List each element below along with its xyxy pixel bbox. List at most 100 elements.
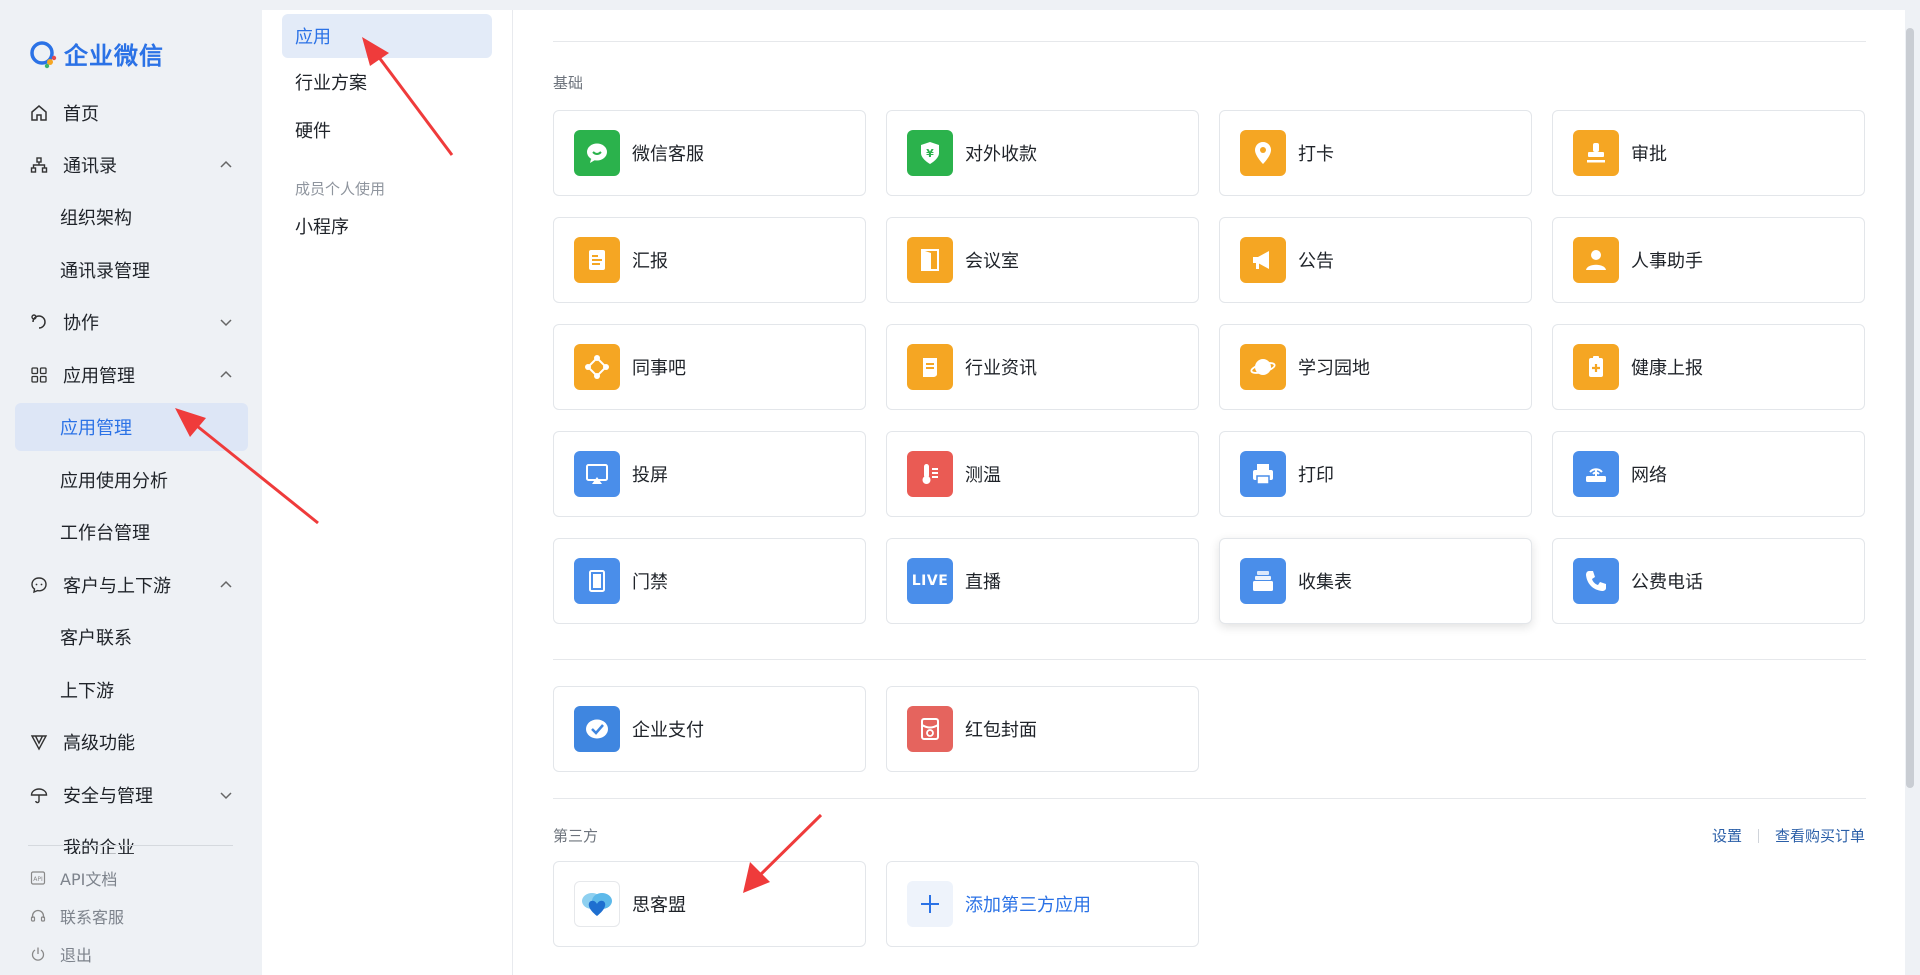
sidebar-item-collab[interactable]: 协作 (15, 298, 248, 346)
stamp-icon (1573, 130, 1619, 176)
sidebar-item-security[interactable]: 安全与管理 (15, 771, 248, 819)
app-card-label: 健康上报 (1631, 358, 1703, 379)
contact-support-label: 联系客服 (60, 908, 125, 927)
app-card-label: 人事助手 (1631, 251, 1703, 272)
sidebar-item-label: 我的企业 (63, 838, 135, 854)
subnav-item-industry[interactable]: 行业方案 (282, 60, 492, 104)
svg-text:API: API (33, 876, 43, 883)
app-card-checkin[interactable]: 打卡 (1219, 110, 1532, 196)
api-docs-link[interactable]: API API文档 (30, 866, 117, 890)
app-category-nav: 应用 行业方案 硬件 成员个人使用 小程序 (262, 10, 513, 975)
app-card-access-control[interactable]: 门禁 (553, 538, 866, 624)
app-card-label: 审批 (1631, 144, 1667, 165)
app-card-label: 汇报 (632, 251, 668, 272)
app-card-hr-assistant[interactable]: 人事助手 (1552, 217, 1865, 303)
apps-grid-icon (29, 365, 49, 385)
sidebar-item-app-management[interactable]: 应用管理 (15, 351, 248, 399)
app-card-public-phone[interactable]: 公费电话 (1552, 538, 1865, 624)
app-card-label: 同事吧 (632, 358, 686, 379)
app-card-network[interactable]: 网络 (1552, 431, 1865, 517)
sidebar-item-upstream-downstream[interactable]: 上下游 (15, 666, 248, 714)
app-card-external-payment[interactable]: ¥ 对外收款 (886, 110, 1199, 196)
company-icon (29, 834, 49, 854)
sidebar-item-my-company[interactable]: 我的企业 (15, 824, 248, 854)
app-card-screencast[interactable]: 投屏 (553, 431, 866, 517)
section-title-third-party: 第三方 (553, 827, 599, 845)
app-card-report[interactable]: 汇报 (553, 217, 866, 303)
screencast-icon (574, 451, 620, 497)
plus-icon (907, 881, 953, 927)
section-divider (553, 798, 1866, 799)
app-card-label: 门禁 (632, 572, 668, 593)
sidebar-item-workbench[interactable]: 工作台管理 (15, 508, 248, 556)
subnav-item-hardware[interactable]: 硬件 (282, 108, 492, 152)
box-icon (1240, 558, 1286, 604)
sidebar-item-customers[interactable]: 客户与上下游 (15, 561, 248, 609)
app-card-enterprise-pay[interactable]: 企业支付 (553, 686, 866, 772)
view-orders-link[interactable]: 查看购买订单 (1775, 825, 1865, 846)
wechat-service-icon (574, 130, 620, 176)
clipboard-plus-icon (1573, 344, 1619, 390)
sidebar-item-app-usage[interactable]: 应用使用分析 (15, 456, 248, 504)
subnav-item-mini-program[interactable]: 小程序 (282, 204, 492, 248)
chevron-up-icon[interactable] (218, 157, 234, 173)
logout-link[interactable]: 退出 (30, 942, 92, 966)
contact-support-link[interactable]: 联系客服 (30, 904, 124, 928)
app-card-label: 红包封面 (965, 720, 1037, 741)
app-card-print[interactable]: 打印 (1219, 431, 1532, 517)
sidebar-item-home[interactable]: 首页 (15, 89, 248, 137)
app-card-label: 测温 (965, 465, 1001, 486)
vertical-scrollbar[interactable] (1906, 28, 1914, 788)
chevron-up-icon[interactable] (218, 577, 234, 593)
chevron-down-icon[interactable] (218, 314, 234, 330)
red-envelope-icon (907, 706, 953, 752)
headset-icon (30, 909, 46, 922)
chevron-up-icon[interactable] (218, 367, 234, 383)
app-card-label: 企业支付 (632, 720, 704, 741)
link-separator (1757, 828, 1759, 843)
app-card-approval[interactable]: 审批 (1552, 110, 1865, 196)
app-card-health-report[interactable]: 健康上报 (1552, 324, 1865, 410)
app-card-meeting-room[interactable]: 会议室 (886, 217, 1199, 303)
add-third-party-app-button[interactable]: 添加第三方应用 (886, 861, 1199, 947)
access-door-icon (574, 558, 620, 604)
subnav-item-apps[interactable]: 应用 (282, 14, 492, 58)
app-card-label: 收集表 (1298, 572, 1352, 593)
app-card-live[interactable]: LIVE 直播 (886, 538, 1199, 624)
app-card-wechat-service[interactable]: 微信客服 (553, 110, 866, 196)
location-pin-icon (1240, 130, 1286, 176)
app-card-label: 思客盟 (632, 895, 686, 916)
sidebar-item-contacts[interactable]: 通讯录 (15, 141, 248, 189)
app-card-colleague-bar[interactable]: 同事吧 (553, 324, 866, 410)
api-doc-icon: API (30, 871, 46, 885)
sidebar-item-contacts-manage[interactable]: 通讯录管理 (15, 246, 248, 294)
app-card-temperature[interactable]: 测温 (886, 431, 1199, 517)
chevron-down-icon[interactable] (218, 787, 234, 803)
sidebar-item-advanced[interactable]: 高级功能 (15, 718, 248, 766)
thermometer-icon (907, 451, 953, 497)
sidebar-item-label: 安全与管理 (63, 786, 153, 807)
app-card-learning[interactable]: 学习园地 (1219, 324, 1532, 410)
app-card-industry-news[interactable]: 行业资讯 (886, 324, 1199, 410)
sidebar-item-label: 客户与上下游 (63, 576, 171, 597)
subnav-item-label: 小程序 (295, 217, 349, 238)
payment-shield-icon: ¥ (907, 130, 953, 176)
app-logo[interactable]: 企业微信 (28, 36, 164, 71)
app-card-label: 直播 (965, 572, 1001, 593)
app-card-sikemeng[interactable]: 思客盟 (553, 861, 866, 947)
app-card-label: 微信客服 (632, 144, 704, 165)
app-card-red-envelope-cover[interactable]: 红包封面 (886, 686, 1199, 772)
settings-link[interactable]: 设置 (1712, 825, 1742, 846)
phone-icon (1573, 558, 1619, 604)
subnav-group-title: 成员个人使用 (295, 180, 386, 198)
app-card-collect-form[interactable]: 收集表 (1219, 538, 1532, 624)
sidebar-item-customer-contact[interactable]: 客户联系 (15, 613, 248, 661)
org-tree-icon (29, 155, 49, 175)
app-card-label: 对外收款 (965, 144, 1037, 165)
sidebar-item-app-management-sub[interactable]: 应用管理 (15, 403, 248, 451)
live-icon: LIVE (907, 558, 953, 604)
sikemeng-logo-icon (574, 881, 620, 927)
app-logo-text: 企业微信 (64, 42, 164, 70)
sidebar-item-org-structure[interactable]: 组织架构 (15, 193, 248, 241)
app-card-announcement[interactable]: 公告 (1219, 217, 1532, 303)
